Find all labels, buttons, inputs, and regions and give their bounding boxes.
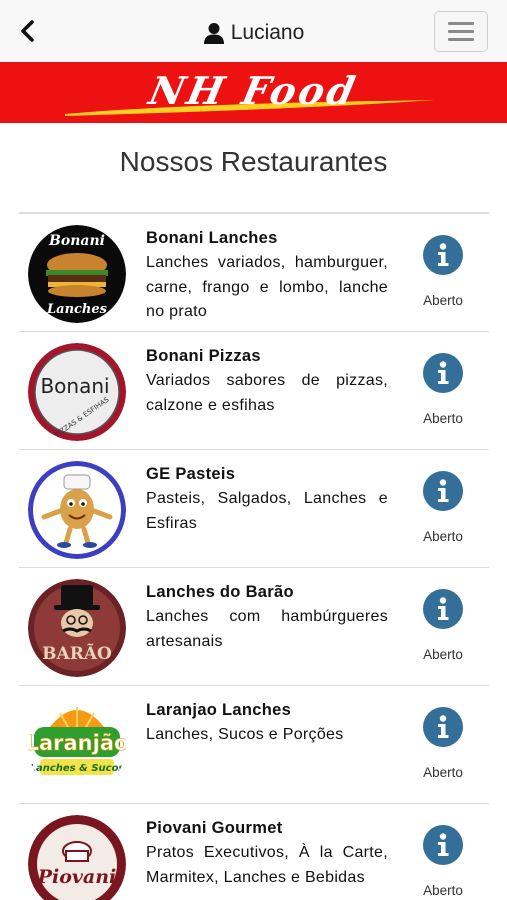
brand-banner: NH Food (0, 62, 507, 123)
restaurant-logo: Laranjão Lanches & Sucos (28, 697, 126, 795)
logo-text: Bonani (40, 374, 109, 398)
status-label: Aberto (423, 765, 463, 780)
restaurant-name: Lanches do Barão (146, 583, 294, 601)
restaurant-description: Lanches variados, hamburguer, carne, fra… (146, 254, 388, 320)
status-label: Aberto (423, 293, 463, 308)
logo-text: Laranjão (28, 731, 126, 755)
status-label: Aberto (423, 883, 463, 898)
page-title: Nossos Restaurantes (119, 146, 388, 177)
info-button[interactable] (423, 471, 463, 511)
user-display: Luciano (0, 20, 507, 46)
restaurant-info: Bonani Pizzas Variados sabores de pizzas… (146, 345, 388, 418)
restaurant-name: GE Pasteis (146, 465, 236, 483)
restaurant-logo (28, 461, 126, 559)
info-icon (438, 479, 449, 502)
info-button[interactable] (423, 825, 463, 865)
restaurant-row[interactable]: Bonani Lanches Bonani Lanches Lanches va… (19, 214, 489, 332)
hamburger-line-icon (448, 30, 474, 33)
info-icon (438, 243, 449, 266)
status-label: Aberto (423, 411, 463, 426)
info-button[interactable] (423, 707, 463, 747)
logo-text: Lanches (46, 302, 108, 317)
restaurant-description: Pasteis, Salgados, Lanches e Esfiras (146, 490, 388, 532)
info-icon (438, 833, 449, 856)
info-button[interactable] (423, 589, 463, 629)
logo-text: Piovani (37, 866, 117, 888)
info-icon (438, 597, 449, 620)
user-icon (203, 23, 224, 44)
restaurant-info: GE Pasteis Pasteis, Salgados, Lanches e … (146, 463, 388, 536)
restaurant-logo: Bonani PIZZAS & ESFIHAS (28, 343, 126, 441)
brand-logo: NH Food (145, 68, 362, 113)
hamburger-line-icon (448, 22, 474, 25)
user-name: Luciano (230, 21, 305, 44)
restaurant-info: Lanches do Barão Lanches com hambúrguere… (146, 581, 388, 654)
restaurant-info: Laranjao Lanches Lanches, Sucos e Porçõe… (146, 699, 388, 748)
restaurant-row[interactable]: Bonani PIZZAS & ESFIHAS Bonani Pizzas Va… (19, 332, 489, 450)
restaurant-info: Piovani Gourmet Pratos Executivos, À la … (146, 817, 388, 890)
logo-text: Bonani (48, 233, 105, 249)
restaurant-row[interactable]: Laranjão Lanches & Sucos Laranjao Lanche… (19, 686, 489, 804)
info-button[interactable] (423, 235, 463, 275)
restaurant-name: Piovani Gourmet (146, 819, 283, 837)
restaurant-description: Pratos Executivos, À la Carte, Marmitex,… (146, 844, 388, 886)
restaurant-info: Bonani Lanches Lanches variados, hamburg… (146, 227, 388, 325)
restaurant-description: Variados sabores de pizzas, calzone e es… (146, 372, 388, 414)
logo-text: Lanches & Sucos (30, 763, 125, 774)
info-icon (438, 715, 449, 738)
restaurant-row[interactable]: Piovani Piovani Gourmet Pratos Executivo… (19, 804, 489, 900)
restaurant-description: Lanches com hambúrgueres artesanais (146, 608, 388, 650)
restaurant-row[interactable]: BARÃO Lanches do Barão Lanches com hambú… (19, 568, 489, 686)
info-icon (438, 361, 449, 384)
logo-text: BARÃO (42, 642, 112, 664)
hamburger-line-icon (448, 38, 474, 41)
restaurant-name: Bonani Pizzas (146, 347, 261, 365)
menu-toggle-button[interactable] (434, 11, 488, 52)
status-label: Aberto (423, 647, 463, 662)
restaurant-name: Laranjao Lanches (146, 701, 292, 719)
restaurant-row[interactable]: GE Pasteis Pasteis, Salgados, Lanches e … (19, 450, 489, 568)
top-navbar: Luciano (0, 0, 507, 62)
restaurant-name: Bonani Lanches (146, 229, 278, 247)
restaurant-description: Lanches, Sucos e Porções (146, 726, 344, 743)
restaurant-logo: Piovani (28, 815, 126, 900)
info-button[interactable] (423, 353, 463, 393)
status-label: Aberto (423, 529, 463, 544)
restaurant-list: Bonani Lanches Bonani Lanches Lanches va… (19, 212, 489, 900)
restaurant-logo: Bonani Lanches (28, 225, 126, 323)
restaurant-logo: BARÃO (28, 579, 126, 677)
